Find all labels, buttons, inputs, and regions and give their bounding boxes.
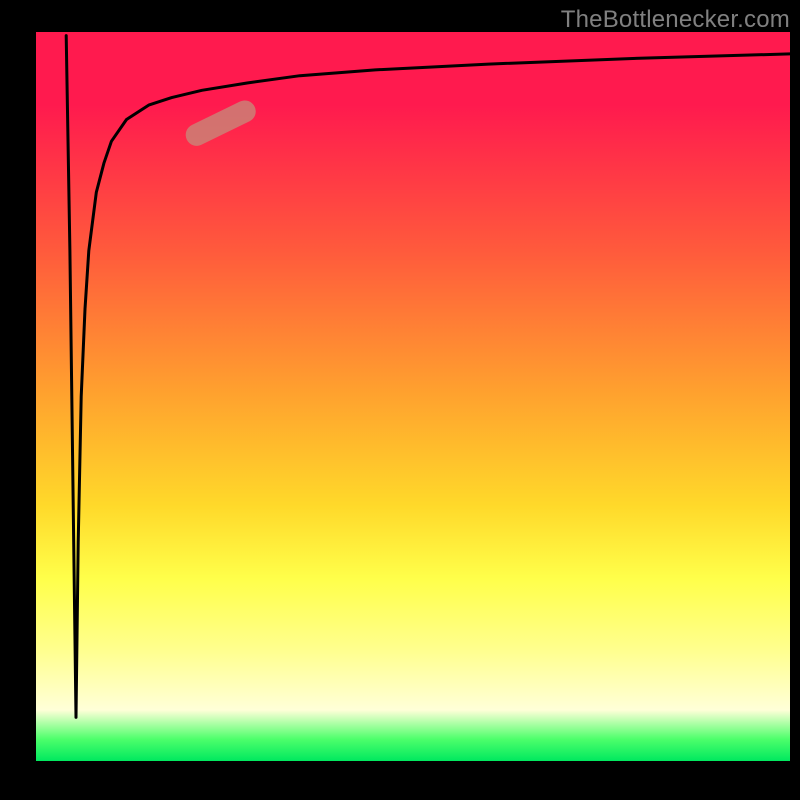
chart-frame: TheBottlenecker.com [0,0,800,800]
bottleneck-curve [66,36,790,718]
plot-area [36,32,790,761]
plot-svg [36,32,790,761]
attribution-text: TheBottlenecker.com [561,6,790,34]
highlight-blob [182,97,259,150]
